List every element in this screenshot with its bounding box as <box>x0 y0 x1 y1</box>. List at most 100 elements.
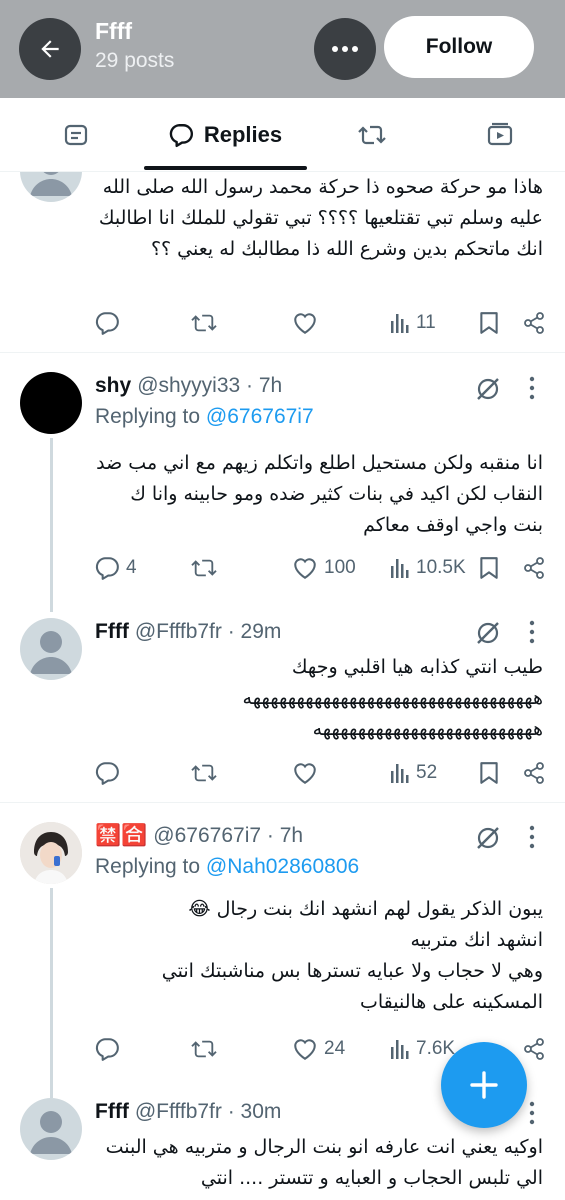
more-vertical-icon[interactable] <box>528 619 536 645</box>
bookmark-button[interactable] <box>478 308 500 338</box>
share-button[interactable] <box>522 758 546 788</box>
bookmark-icon <box>480 762 498 784</box>
views-chart-icon <box>391 314 409 333</box>
follow-button[interactable]: Follow <box>384 16 534 78</box>
display-name[interactable]: shy <box>95 374 131 398</box>
share-icon <box>524 1038 544 1060</box>
views-chart-icon <box>391 764 409 783</box>
share-icon <box>524 557 544 579</box>
arrow-left-icon <box>41 40 59 58</box>
tab-media[interactable] <box>472 98 528 172</box>
repost-icon <box>191 559 217 577</box>
display-name[interactable]: Ffff <box>95 1100 129 1124</box>
tab-replies-label: Replies <box>203 122 283 147</box>
like-count: 24 <box>324 1038 346 1059</box>
display-name[interactable]: Ffff <box>95 620 129 644</box>
tweet-text-line: هههههههههههههههههههههههههههههههههه <box>242 687 543 709</box>
tweet-header: Ffff @Ffffb7fr · 29m <box>95 618 281 646</box>
repost-icon <box>191 764 217 782</box>
reply-button[interactable] <box>94 1034 120 1064</box>
tweet-text-line: انشهد انك متربيه <box>410 929 543 951</box>
bookmark-icon <box>480 312 498 334</box>
tweet-text: اوكيه يعني انت عارفه انو بنت الرجال و مت… <box>105 1136 543 1189</box>
more-vertical-icon[interactable] <box>528 375 536 401</box>
tweet-text: يبون الذكر يقول لهم انشهد انك بنت رجال 😂… <box>95 894 543 1018</box>
media-icon <box>487 122 513 146</box>
more-dots-icon <box>332 46 358 52</box>
share-icon <box>524 762 544 784</box>
replying-to-mention[interactable]: @676767i7 <box>206 405 314 428</box>
views-chart-icon <box>391 559 409 578</box>
repost-button[interactable] <box>190 553 218 583</box>
tweet-header: shy @shyyyi33 · 7h <box>95 372 282 400</box>
more-vertical-icon[interactable] <box>528 1100 536 1126</box>
handle-and-time[interactable]: @shyyyi33 · 7h <box>137 374 282 398</box>
divider <box>0 352 565 353</box>
posts-count: 29 posts <box>95 49 175 72</box>
grok-icon[interactable] <box>474 824 502 852</box>
thread-line <box>50 888 53 1098</box>
avatar[interactable] <box>20 618 82 680</box>
thread-line <box>50 438 53 612</box>
reply-button[interactable]: 4 <box>94 553 137 583</box>
share-button[interactable] <box>522 308 546 338</box>
compose-button[interactable] <box>441 1042 527 1128</box>
more-options-button[interactable] <box>314 18 376 80</box>
back-button[interactable] <box>19 18 81 80</box>
tab-posts[interactable] <box>48 98 104 172</box>
more-vertical-icon[interactable] <box>528 824 536 850</box>
grok-icon[interactable] <box>474 375 502 403</box>
heart-icon <box>294 558 316 579</box>
avatar[interactable] <box>20 822 82 884</box>
tweet-actions: 11 <box>94 308 549 338</box>
reply-button[interactable] <box>94 308 120 338</box>
plus-icon <box>470 1071 498 1099</box>
bookmark-icon <box>480 557 498 579</box>
repost-button[interactable] <box>190 758 218 788</box>
reply-bubble-icon <box>169 124 193 148</box>
tweet-text-line: طيب انتي كذابه هيا اقلبي وجهك <box>291 656 543 678</box>
bookmark-button[interactable] <box>478 758 500 788</box>
views-button[interactable]: 7.6K <box>390 1034 455 1064</box>
tab-replies[interactable]: Replies <box>150 98 300 172</box>
grok-icon[interactable] <box>474 619 502 647</box>
tweet-actions: 52 <box>94 758 549 788</box>
reply-count: 4 <box>126 557 137 578</box>
handle-and-time[interactable]: @676767i7 · 7h <box>153 824 303 848</box>
bookmark-button[interactable] <box>478 553 500 583</box>
handle-and-time[interactable]: @Ffffb7fr · 29m <box>135 620 282 644</box>
views-count: 7.6K <box>416 1038 456 1059</box>
avatar[interactable] <box>20 372 82 434</box>
reply-icon <box>95 557 119 580</box>
views-button[interactable]: 10.5K <box>390 553 466 583</box>
tweet-actions: 4 100 10.5K <box>94 553 549 583</box>
views-count: 10.5K <box>416 557 466 578</box>
handle-and-time[interactable]: @Ffffb7fr · 30m <box>135 1100 282 1124</box>
avatar[interactable] <box>20 1098 82 1160</box>
views-count: 52 <box>416 762 438 783</box>
views-count: 11 <box>416 312 436 333</box>
tweet-text: هاذا مو حركة صحوه ذا حركة محمد رسول الله… <box>98 176 543 260</box>
posts-icon <box>64 124 88 146</box>
tab-reposts[interactable] <box>344 98 400 172</box>
like-button[interactable] <box>292 758 318 788</box>
repost-button[interactable] <box>190 308 218 338</box>
repost-icon <box>191 1040 217 1058</box>
views-button[interactable]: 52 <box>390 758 437 788</box>
avatar[interactable] <box>20 172 82 202</box>
reply-button[interactable] <box>94 758 120 788</box>
replying-to: Replying to @676767i7 <box>95 405 314 428</box>
views-button[interactable]: 11 <box>390 308 436 338</box>
share-button[interactable] <box>522 1034 546 1064</box>
display-name[interactable]: 🈲🈴 <box>95 824 147 848</box>
reply-icon <box>95 312 119 335</box>
like-button[interactable]: 100 <box>292 553 356 583</box>
tweet-text-line: وهي لا حجاب ولا عبايه تسترها بس مناشبتك … <box>161 960 543 1013</box>
share-button[interactable] <box>522 553 546 583</box>
repost-button[interactable] <box>190 1034 218 1064</box>
views-chart-icon <box>391 1040 409 1059</box>
like-button[interactable]: 24 <box>292 1034 345 1064</box>
heart-icon <box>294 763 316 784</box>
like-button[interactable] <box>292 308 318 338</box>
replying-to-mention[interactable]: @Nah02860806 <box>206 855 359 878</box>
